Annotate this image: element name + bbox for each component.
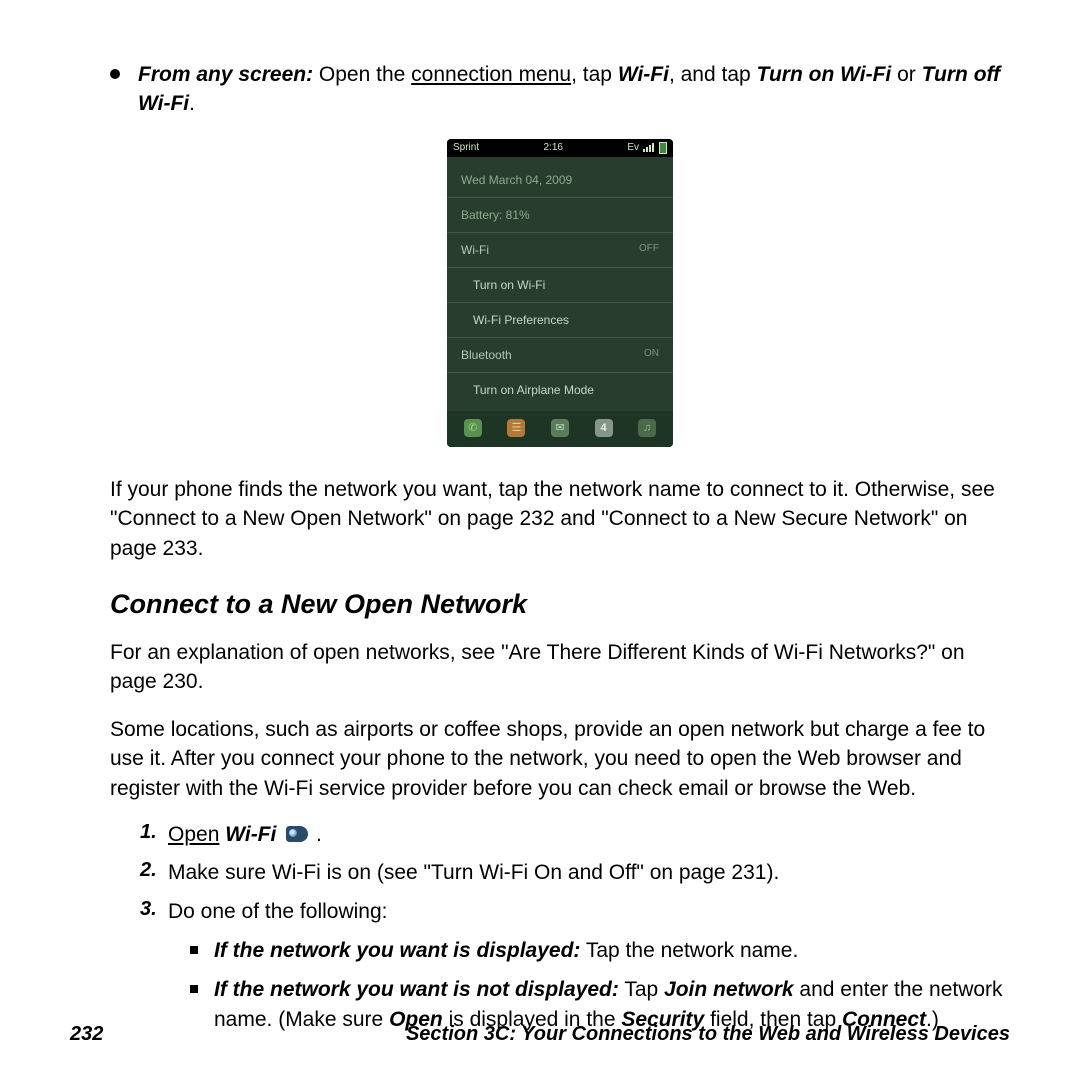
- page-number: 232: [70, 1023, 103, 1046]
- battery-row: Battery: 81%: [447, 198, 673, 233]
- step-2: Make sure Wi-Fi is on (see "Turn Wi-Fi O…: [140, 859, 1010, 887]
- carrier-label: Sprint: [453, 142, 479, 153]
- wifi-row-label: Wi-Fi: [461, 243, 489, 257]
- bluetooth-label: Bluetooth: [461, 348, 512, 362]
- found-paragraph: If your phone finds the network you want…: [110, 475, 1010, 563]
- turn-on-label: Turn on Wi-Fi: [757, 63, 892, 86]
- clock: 2:16: [543, 142, 562, 153]
- ev-label: Ev: [627, 142, 639, 153]
- text: .: [189, 92, 195, 115]
- battery-text: Battery: 81%: [461, 208, 530, 222]
- wifi-label: Wi-Fi: [618, 63, 669, 86]
- wifi-prefs-row[interactable]: Wi-Fi Preferences: [447, 303, 673, 338]
- text: , and tap: [669, 63, 757, 86]
- steps-list: Open Wi-Fi . Make sure Wi-Fi is on (see …: [140, 821, 1010, 926]
- airplane-label: Turn on Airplane Mode: [473, 383, 594, 397]
- wifi-app-label: Wi-Fi: [225, 823, 276, 846]
- connection-menu: Wed March 04, 2009 Battery: 81% Wi-Fi OF…: [447, 157, 673, 411]
- calendar-badge: 4: [601, 422, 607, 434]
- wifi-row[interactable]: Wi-Fi OFF: [447, 233, 673, 268]
- contacts-app-icon[interactable]: ☰: [507, 419, 525, 437]
- step-1-tail: .: [310, 823, 322, 846]
- dock: ✆ ☰ ✉ 4 ♫: [447, 411, 673, 447]
- wifi-state: OFF: [639, 243, 659, 257]
- top-bullet-item: From any screen: Open the connection men…: [110, 60, 1010, 119]
- square-bullet-icon: [190, 946, 198, 954]
- join-network-label: Join network: [664, 978, 794, 1001]
- section-heading: Connect to a New Open Network: [110, 589, 1010, 620]
- step-3-sublist: If the network you want is displayed: Ta…: [190, 936, 1010, 1034]
- step-1: Open Wi-Fi .: [140, 821, 1010, 849]
- square-bullet-icon: [190, 985, 198, 993]
- date-text: Wed March 04, 2009: [461, 173, 572, 187]
- battery-icon: [659, 142, 667, 154]
- lead-label: From any screen:: [138, 63, 313, 86]
- step-3: Do one of the following:: [140, 898, 1010, 926]
- status-bar: Sprint 2:16 Ev: [447, 139, 673, 157]
- text: , tap: [571, 63, 618, 86]
- wifi-app-icon: [286, 826, 308, 842]
- text: Tap: [619, 978, 664, 1001]
- text: or: [891, 63, 921, 86]
- bullet-icon: [110, 69, 120, 79]
- page-footer: 232 Section 3C: Your Connections to the …: [70, 1023, 1010, 1046]
- bluetooth-row[interactable]: Bluetooth ON: [447, 338, 673, 373]
- explain-paragraph: For an explanation of open networks, see…: [110, 638, 1010, 697]
- step-2-body: Make sure Wi-Fi is on (see "Turn Wi-Fi O…: [168, 859, 779, 887]
- sub-a-body: Tap the network name.: [580, 939, 798, 962]
- open-link[interactable]: Open: [168, 823, 219, 846]
- turn-on-wifi-label: Turn on Wi-Fi: [473, 278, 545, 292]
- bluetooth-state: ON: [644, 348, 659, 362]
- date-row: Wed March 04, 2009: [447, 163, 673, 198]
- phone-app-icon[interactable]: ✆: [464, 419, 482, 437]
- sub-b-lead: If the network you want is not displayed…: [214, 978, 619, 1001]
- step-3-body: Do one of the following:: [168, 898, 387, 926]
- section-label: Section 3C: Your Connections to the Web …: [406, 1023, 1010, 1046]
- sub-a-lead: If the network you want is displayed:: [214, 939, 580, 962]
- phone-screenshot: Sprint 2:16 Ev Wed March 04, 2009 Batter…: [110, 139, 1010, 447]
- sub-a-text: If the network you want is displayed: Ta…: [214, 936, 798, 965]
- phone-frame: Sprint 2:16 Ev Wed March 04, 2009 Batter…: [447, 139, 673, 447]
- text: Open the: [313, 63, 411, 86]
- status-icons: Ev: [627, 142, 667, 154]
- connection-menu-link[interactable]: connection menu: [411, 63, 571, 86]
- media-app-icon[interactable]: ♫: [638, 419, 656, 437]
- fee-paragraph: Some locations, such as airports or coff…: [110, 715, 1010, 803]
- signal-icon: [643, 144, 655, 152]
- calendar-app-icon[interactable]: 4: [595, 419, 613, 437]
- sub-item-a: If the network you want is displayed: Ta…: [190, 936, 1010, 965]
- top-bullet-text: From any screen: Open the connection men…: [138, 60, 1010, 119]
- airplane-mode-row[interactable]: Turn on Airplane Mode: [447, 373, 673, 407]
- manual-page: From any screen: Open the connection men…: [0, 0, 1080, 1080]
- turn-on-wifi-row[interactable]: Turn on Wi-Fi: [447, 268, 673, 303]
- step-1-body: Open Wi-Fi .: [168, 821, 322, 849]
- mail-app-icon[interactable]: ✉: [551, 419, 569, 437]
- wifi-prefs-label: Wi-Fi Preferences: [473, 313, 569, 327]
- content-block: From any screen: Open the connection men…: [110, 60, 1010, 1034]
